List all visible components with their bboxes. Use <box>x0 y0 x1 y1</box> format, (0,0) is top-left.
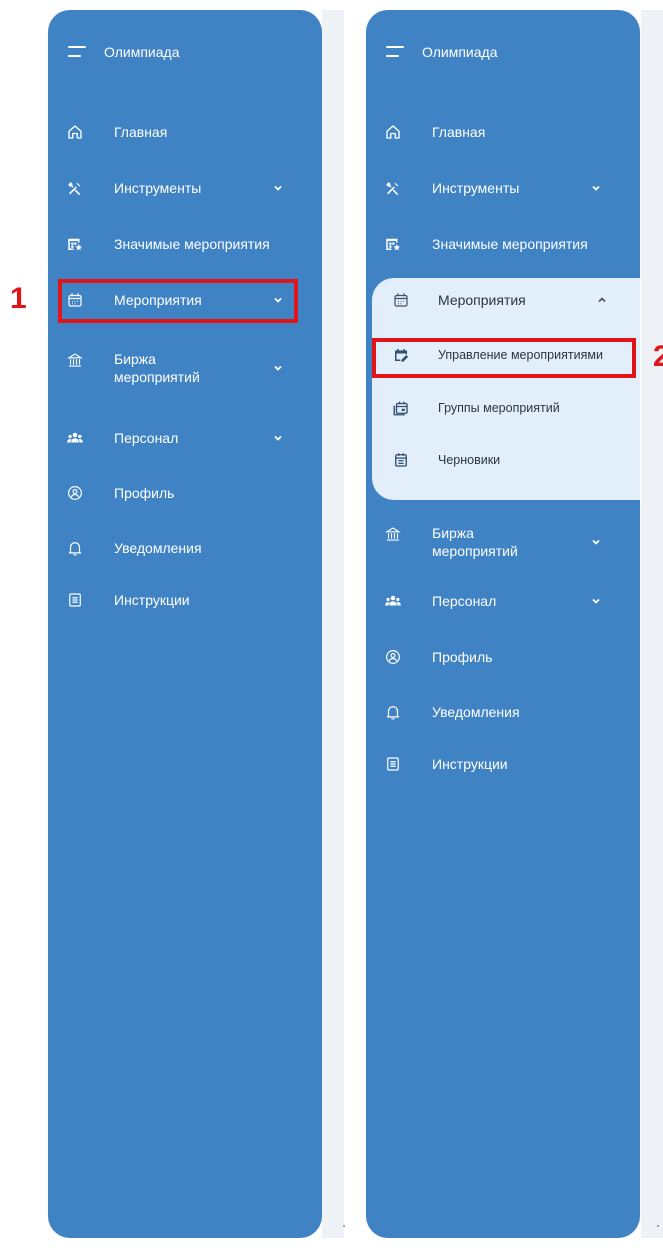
sidebar-item-home[interactable]: Главная <box>366 118 640 146</box>
chevron-down-icon[interactable] <box>272 362 284 374</box>
sidebar-item-instructions[interactable]: Инструкции <box>48 586 322 614</box>
exchange-icon <box>66 351 84 369</box>
chevron-up-icon[interactable] <box>596 294 608 306</box>
sidebar-item-label: Инструкции <box>432 756 508 772</box>
chevron-down-icon[interactable] <box>590 595 602 607</box>
tools-icon <box>384 179 402 197</box>
sidebar-item-notifications[interactable]: Уведомления <box>48 534 322 562</box>
edge-dot <box>657 1225 659 1227</box>
sidebar-item-tools[interactable]: Инструменты <box>48 174 322 202</box>
sidebar-item-label: Инструменты <box>432 180 520 196</box>
sidebar-item-profile[interactable]: Профиль <box>366 643 640 671</box>
sidebar-item-events-expanded[interactable]: Мероприятия <box>378 286 640 314</box>
document-icon <box>384 755 402 773</box>
sidebar-item-event-exchange[interactable]: Биржа мероприятий <box>48 348 322 388</box>
drafts-icon <box>392 451 410 469</box>
profile-icon <box>384 648 402 666</box>
home-icon <box>384 123 402 141</box>
sidebar-item-label: Мероприятия <box>438 292 526 308</box>
app-title: Олимпиада <box>104 44 180 60</box>
sidebar-item-event-exchange[interactable]: Биржа мероприятий <box>366 522 640 562</box>
sidebar-item-home[interactable]: Главная <box>48 118 322 146</box>
sidebar-item-label: Персонал <box>432 593 497 609</box>
sidebar-header[interactable]: Олимпиада <box>386 44 498 60</box>
submenu-item-label: Черновики <box>438 453 501 467</box>
sidebar-item-label: Персонал <box>114 430 179 446</box>
sidebar-item-label: Профиль <box>432 649 493 665</box>
sidebar-item-label: Уведомления <box>432 704 520 720</box>
highlight-box-manage-events <box>372 338 636 378</box>
sidebar-item-label: Уведомления <box>114 540 202 556</box>
document-icon <box>66 591 84 609</box>
people-icon <box>66 429 84 447</box>
sidebar-item-label: Главная <box>432 124 486 140</box>
sidebar-item-label: Профиль <box>114 485 175 501</box>
sidebar-item-staff[interactable]: Персонал <box>366 587 640 615</box>
sidebar-item-featured-events[interactable]: Значимые мероприятия <box>48 230 322 258</box>
calendar-group-icon <box>392 399 410 417</box>
submenu-item-drafts[interactable]: Черновики <box>378 446 640 474</box>
sidebar-item-label: Значимые мероприятия <box>432 236 588 252</box>
exchange-icon <box>384 525 402 543</box>
calendar-icon <box>392 291 410 309</box>
events-submenu: Мероприятия Управление мероприятиями Гру… <box>372 278 640 500</box>
sidebar-collapsed: Олимпиада Главная Инструменты Значимые м… <box>48 10 322 1238</box>
highlight-box-events <box>58 279 298 323</box>
chevron-down-icon[interactable] <box>590 182 602 194</box>
chevron-down-icon[interactable] <box>590 536 602 548</box>
submenu-item-event-groups[interactable]: Группы мероприятий <box>378 394 640 422</box>
home-icon <box>66 123 84 141</box>
tools-icon <box>66 179 84 197</box>
sidebar-item-label: Биржа мероприятий <box>432 525 518 559</box>
edge-dot <box>343 1225 345 1227</box>
sidebar-item-label: Инструменты <box>114 180 202 196</box>
sidebar-item-instructions[interactable]: Инструкции <box>366 750 640 778</box>
sidebar-header[interactable]: Олимпиада <box>68 44 180 60</box>
sidebar-expanded: Олимпиада Главная Инструменты Значимые м… <box>366 10 640 1238</box>
featured-events-icon <box>66 235 84 253</box>
app-title: Олимпиада <box>422 44 498 60</box>
sidebar-item-staff[interactable]: Персонал <box>48 424 322 452</box>
sidebar-item-label: Значимые мероприятия <box>114 236 270 252</box>
profile-icon <box>66 484 84 502</box>
sidebar-item-notifications[interactable]: Уведомления <box>366 698 640 726</box>
sidebar-item-tools[interactable]: Инструменты <box>366 174 640 202</box>
chevron-down-icon[interactable] <box>272 182 284 194</box>
chevron-down-icon[interactable] <box>272 432 284 444</box>
sidebar-item-featured-events[interactable]: Значимые мероприятия <box>366 230 640 258</box>
sidebar-item-profile[interactable]: Профиль <box>48 479 322 507</box>
sidebar-item-label: Инструкции <box>114 592 190 608</box>
step-number-2: 2 <box>653 342 663 372</box>
sidebar-item-label: Главная <box>114 124 168 140</box>
content-edge-left <box>322 10 344 1238</box>
step-number-1: 1 <box>10 282 27 315</box>
content-edge-right <box>641 10 663 1238</box>
featured-events-icon <box>384 235 402 253</box>
menu-icon[interactable] <box>386 46 404 58</box>
submenu-item-label: Группы мероприятий <box>438 401 560 415</box>
menu-icon[interactable] <box>68 46 86 58</box>
bell-icon <box>384 703 402 721</box>
bell-icon <box>66 539 84 557</box>
sidebar-item-label: Биржа мероприятий <box>114 351 200 385</box>
people-icon <box>384 592 402 610</box>
